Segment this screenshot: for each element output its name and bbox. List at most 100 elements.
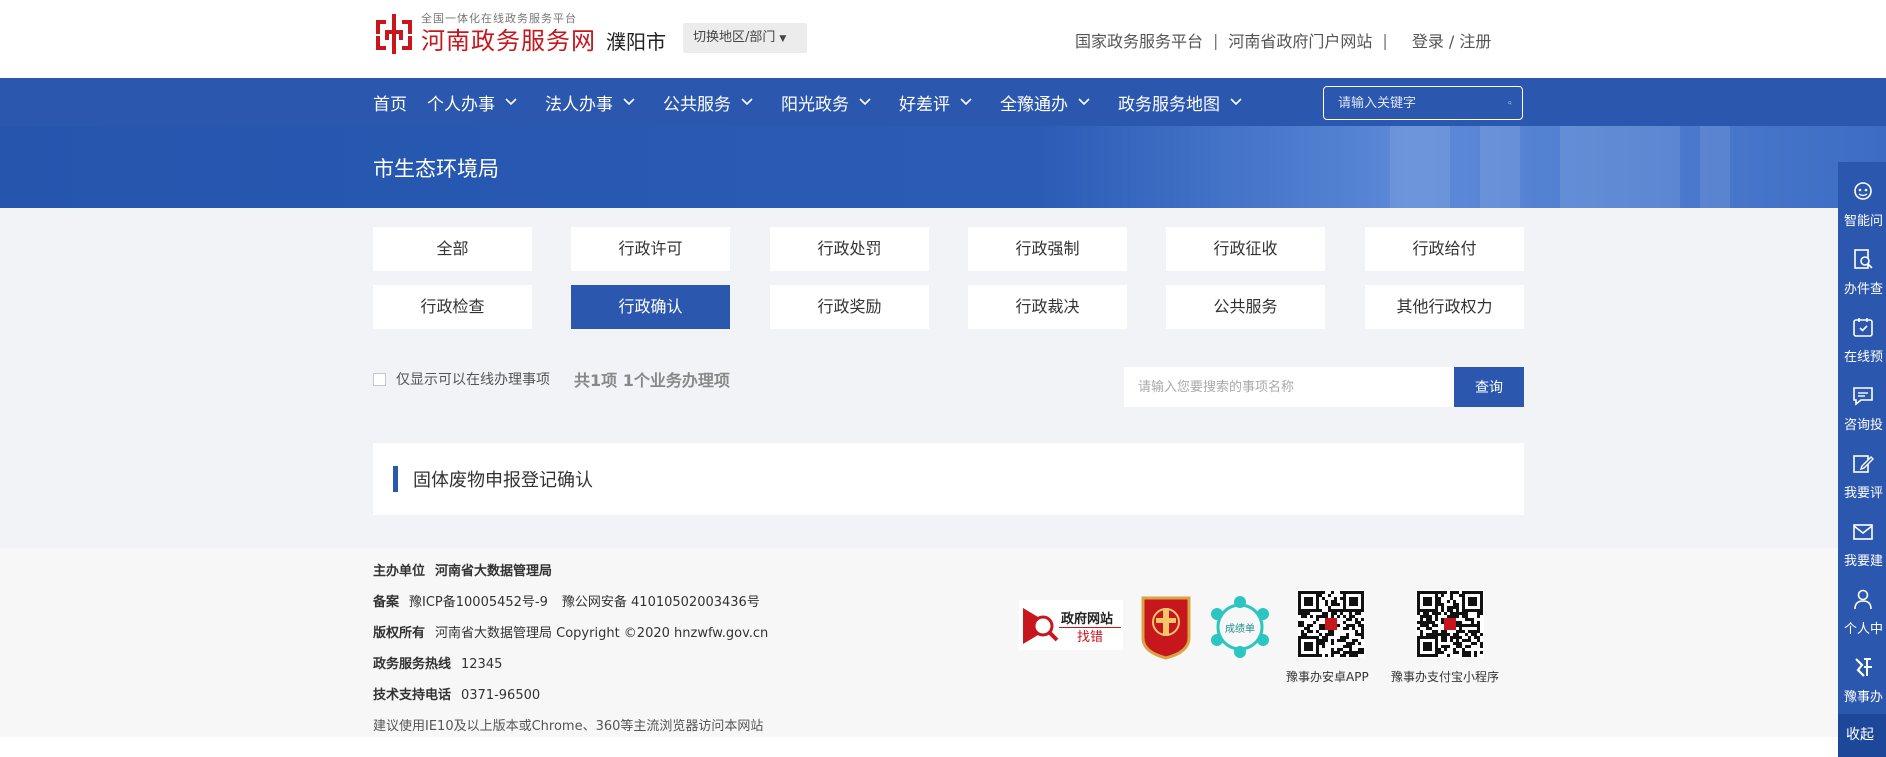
gov-badge-sub: 找错 [1059, 627, 1121, 647]
qr-code-icon [1297, 590, 1365, 658]
result-title[interactable]: 固体废物申报登记确认 [413, 466, 593, 492]
float-item-1[interactable]: 办件查 [1838, 230, 1886, 298]
float-collapse-button[interactable]: 收起 [1838, 714, 1886, 757]
chevron-down-icon [505, 98, 517, 106]
item-search-input[interactable] [1124, 367, 1454, 407]
national-platform-link[interactable]: 国家政务服务平台 [1075, 28, 1203, 52]
divider: | [1382, 30, 1388, 50]
category-tab-8[interactable]: 行政奖励 [770, 285, 929, 329]
divider: | [1213, 30, 1219, 50]
nav-item-2[interactable]: 法人办事 [545, 90, 635, 115]
site-logo[interactable]: 全国一体化在线政务服务平台 河南政务服务网 [373, 12, 596, 56]
host-label: 主办单位 [373, 564, 426, 579]
scorecard-badge[interactable]: 成绩单 [1207, 594, 1273, 660]
banner-decoration [1700, 126, 1730, 208]
online-only-checkbox[interactable] [373, 372, 386, 386]
chevron-down-icon [741, 98, 753, 106]
search-icon[interactable] [1508, 95, 1512, 111]
login-register-link[interactable]: 登录 / 注册 [1412, 28, 1492, 52]
party-emblem-icon[interactable] [1139, 594, 1193, 660]
category-tab-5[interactable]: 行政给付 [1365, 227, 1524, 271]
float-item-2[interactable]: 在线预 [1838, 298, 1886, 366]
document-search-icon [1854, 249, 1873, 269]
henan-logo-icon [376, 14, 412, 54]
current-city: 濮阳市 [606, 30, 666, 54]
float-item-label: 在线预 [1844, 350, 1884, 365]
category-tab-10[interactable]: 公共服务 [1166, 285, 1325, 329]
chevron-down-icon [960, 98, 972, 106]
online-only-label[interactable]: 仅显示可以在线办理事项 [396, 369, 550, 389]
nav-item-label: 政务服务地图 [1118, 94, 1220, 115]
nav-items: 首页 个人办事 法人办事 公共服务 阳光政务 好差评 全豫通办 政务服务地图 [373, 78, 1242, 126]
float-item-3[interactable]: 咨询投 [1838, 366, 1886, 434]
banner-decoration [1480, 126, 1520, 208]
hotline-label: 政务服务热线 [373, 657, 452, 672]
top-header: 全国一体化在线政务服务平台 河南政务服务网 濮阳市 切换地区/部门 ▼ 国家政务服… [0, 0, 1886, 78]
user-icon [1854, 589, 1872, 610]
qr-code-icon [1416, 590, 1484, 658]
float-item-5[interactable]: 我要建 [1838, 502, 1886, 570]
footer: 主办单位 河南省大数据管理局 备案 豫ICP备10005452号-9 豫公网安备… [0, 548, 1886, 737]
copyright-value: 河南省大数据管理局 Copyright ©2020 hnzwfw.gov.cn [435, 626, 769, 641]
main-nav: 首页 个人办事 法人办事 公共服务 阳光政务 好差评 全豫通办 政务服务地图 [0, 78, 1886, 126]
float-item-0[interactable]: 智能问 [1838, 162, 1886, 230]
department-banner: 市生态环境局 [0, 126, 1886, 208]
nav-item-label: 首页 [373, 94, 407, 115]
category-tab-3[interactable]: 行政强制 [968, 227, 1127, 271]
result-list-item[interactable]: 固体废物申报登记确认 [373, 443, 1524, 515]
category-tab-9[interactable]: 行政裁决 [968, 285, 1127, 329]
qr-alipay-label: 豫事办支付宝小程序 [1391, 670, 1500, 684]
police-record[interactable]: 豫公网安备 41010502003436号 [562, 587, 760, 618]
nav-item-label: 全豫通办 [1000, 94, 1068, 115]
robot-icon [1854, 182, 1872, 200]
site-name: 河南政务服务网 [421, 27, 596, 55]
chevron-down-icon [859, 98, 871, 106]
category-tab-0[interactable]: 全部 [373, 227, 532, 271]
nav-item-label: 法人办事 [545, 94, 613, 115]
qr-code-alipay-miniapp[interactable] [1416, 590, 1484, 658]
mail-icon [1853, 524, 1873, 540]
nav-item-5[interactable]: 好差评 [899, 90, 972, 115]
nav-item-3[interactable]: 公共服务 [663, 90, 753, 115]
filter-bar: 仅显示可以在线办理事项 共1项 1个业务办理项 [373, 367, 730, 391]
category-tab-4[interactable]: 行政征收 [1166, 227, 1325, 271]
nav-item-6[interactable]: 全豫通办 [1000, 90, 1090, 115]
chevron-down-icon [1230, 98, 1242, 106]
float-item-label: 我要建 [1844, 554, 1884, 569]
category-tab-1[interactable]: 行政许可 [571, 227, 730, 271]
nav-search-input[interactable] [1324, 95, 1508, 111]
host-value: 河南省大数据管理局 [435, 564, 553, 579]
item-search-button[interactable]: 查询 [1454, 367, 1524, 407]
banner-decoration [1390, 126, 1450, 208]
float-item-4[interactable]: 我要评 [1838, 434, 1886, 502]
switch-region-button[interactable]: 切换地区/部门 ▼ [683, 23, 807, 53]
icp-record[interactable]: 豫ICP备10005452号-9 [409, 587, 548, 618]
category-tab-7[interactable]: 行政确认 [571, 285, 730, 329]
nav-item-4[interactable]: 阳光政务 [781, 90, 871, 115]
scorecard-label: 成绩单 [1225, 624, 1255, 635]
qr-code-android-app[interactable] [1297, 590, 1365, 658]
nav-item-label: 好差评 [899, 94, 950, 115]
float-item-label: 我要评 [1844, 486, 1884, 501]
category-tab-6[interactable]: 行政检查 [373, 285, 532, 329]
nav-item-7[interactable]: 政务服务地图 [1118, 90, 1242, 115]
nav-item-1[interactable]: 个人办事 [427, 90, 517, 115]
calendar-icon [1853, 318, 1873, 337]
edit-icon [1853, 455, 1874, 473]
switch-region-label: 切换地区/部门 [693, 30, 776, 45]
nav-item-0[interactable]: 首页 [373, 90, 407, 115]
category-tab-2[interactable]: 行政处罚 [770, 227, 929, 271]
float-item-7[interactable]: 豫事办 [1838, 638, 1886, 706]
department-title: 市生态环境局 [373, 157, 499, 181]
category-tab-11[interactable]: 其他行政权力 [1365, 285, 1524, 329]
float-item-label: 豫事办 [1844, 690, 1884, 705]
record-label: 备案 [373, 595, 400, 610]
hotline-value: 12345 [461, 657, 503, 672]
support-label: 技术支持电话 [373, 688, 452, 703]
henan-portal-link[interactable]: 河南省政府门户网站 [1228, 28, 1372, 52]
gov-site-error-badge[interactable]: 政府网站 找错 [1019, 600, 1123, 650]
nav-search-box [1323, 86, 1523, 120]
float-item-6[interactable]: 个人中 [1838, 570, 1886, 638]
chevron-down-icon [623, 98, 635, 106]
caret-down-icon: ▼ [779, 34, 787, 44]
